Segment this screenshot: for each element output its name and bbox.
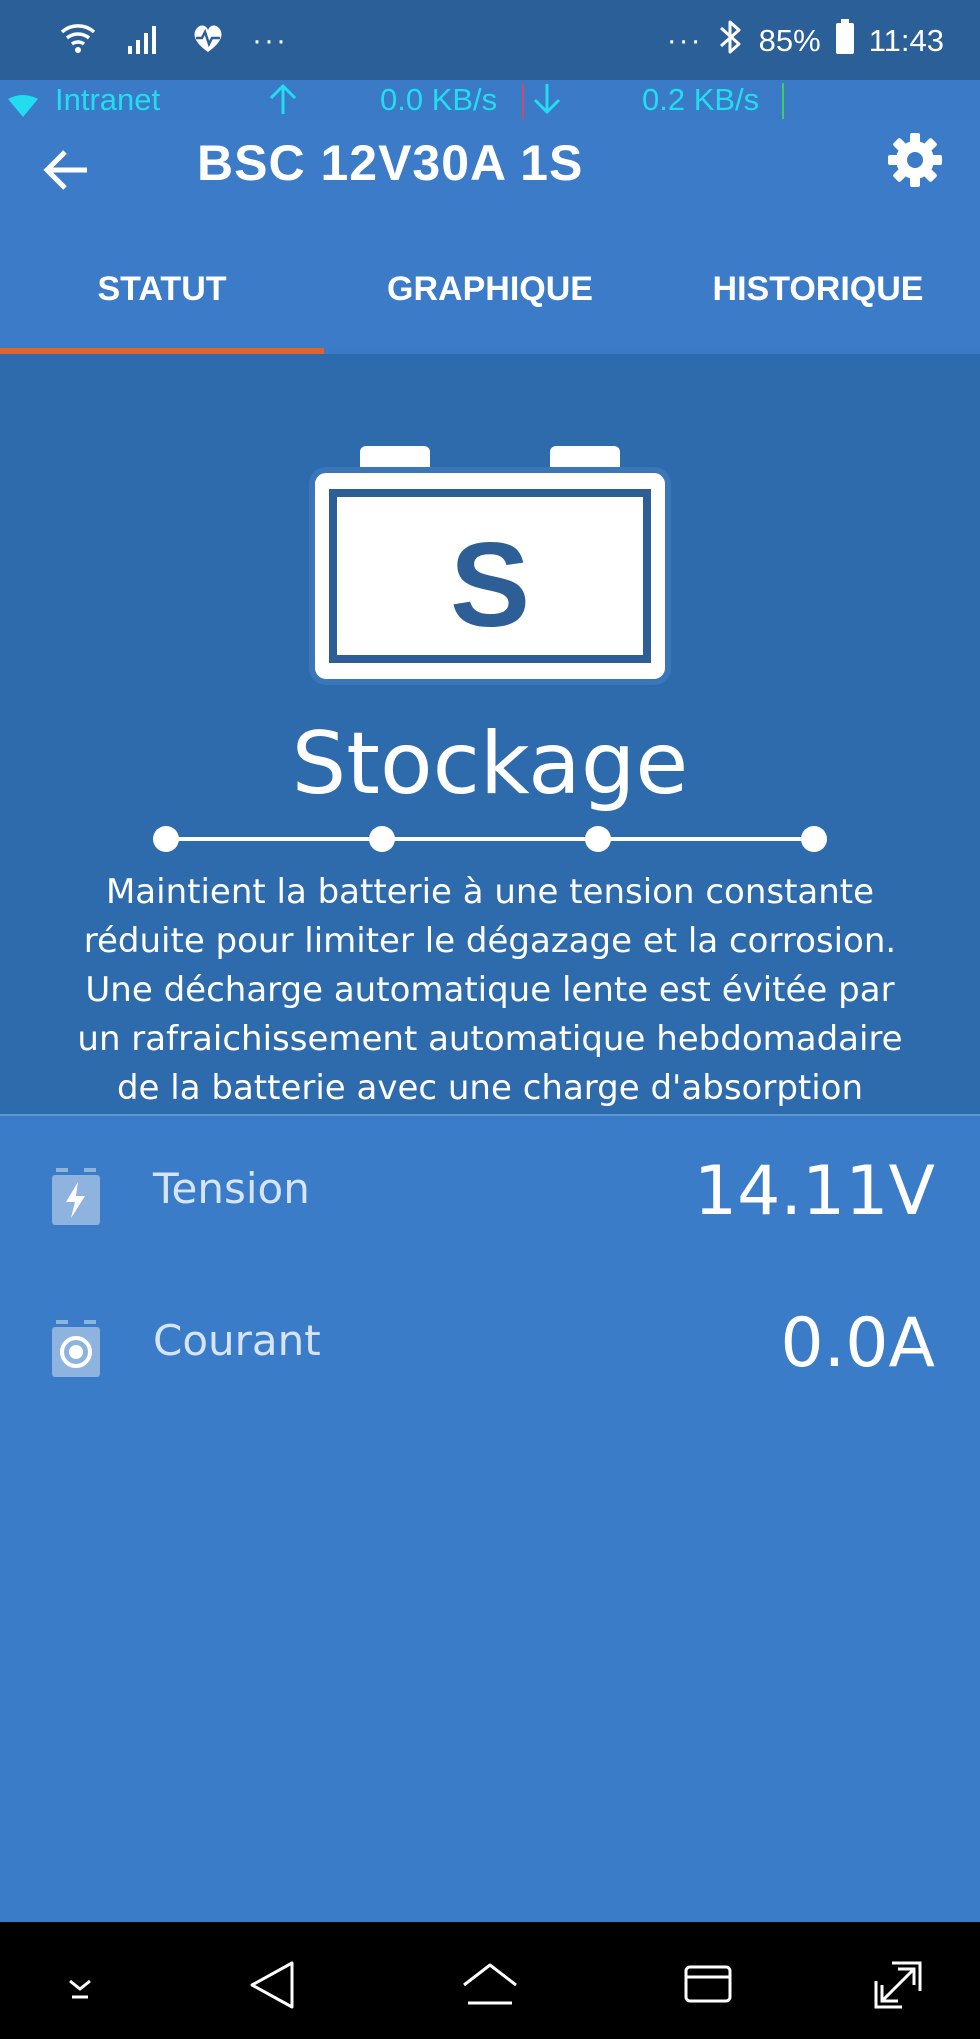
reading-label: Courant	[153, 1316, 321, 1365]
charge-state-name: Stockage	[291, 714, 689, 814]
home-icon	[463, 1963, 517, 2005]
gear-icon	[888, 133, 942, 187]
readings-panel: Tension 14.11V Courant 0.0A	[0, 1116, 980, 1922]
battery-percent: 85%	[758, 23, 821, 58]
tab-graphique[interactable]: GRAPHIQUE	[324, 250, 656, 350]
speed-end-divider	[782, 83, 784, 119]
expand-icon	[874, 1961, 922, 2009]
reading-value: 14.11V	[693, 1152, 935, 1231]
charge-progress-indicator	[150, 819, 840, 864]
system-navigation-bar	[0, 1922, 980, 2039]
reading-row-current: Courant 0.0A	[0, 1268, 980, 1408]
nav-recents-button[interactable]	[678, 1955, 738, 2015]
tab-bar: STATUT GRAPHIQUE HISTORIQUE	[0, 250, 980, 350]
nav-home-button[interactable]	[460, 1955, 520, 2015]
reading-value: 0.0A	[780, 1304, 935, 1383]
download-speed: 0.2 KB/s	[642, 82, 760, 117]
settings-button[interactable]	[885, 130, 945, 190]
network-name: Intranet	[55, 82, 161, 117]
app-header: BSC 12V30A 1S STATUT GRAPHIQUE HISTORIQU…	[0, 120, 980, 350]
recents-icon	[684, 1965, 732, 2003]
hide-navbar-button[interactable]	[50, 1955, 110, 2015]
battery-voltage-icon	[50, 1168, 102, 1233]
progress-step	[801, 826, 827, 852]
triangle-back-icon	[250, 1961, 294, 2009]
tab-label: GRAPHIQUE	[387, 270, 593, 308]
health-heart-icon	[190, 20, 226, 61]
chevron-down-icon	[69, 1979, 91, 1999]
speed-divider	[522, 83, 524, 119]
progress-step	[153, 826, 179, 852]
nav-back-button[interactable]	[244, 1955, 304, 2015]
signal-icon	[124, 18, 164, 63]
reading-label: Tension	[153, 1164, 310, 1213]
charge-state-panel: S Stockage Maintient la batterie à une t…	[0, 354, 980, 1157]
tab-label: HISTORIQUE	[712, 270, 924, 308]
notification-overflow: ···	[252, 23, 288, 57]
nav-expand-button[interactable]	[868, 1955, 928, 2015]
tab-historique[interactable]: HISTORIQUE	[656, 250, 980, 350]
back-arrow-icon	[43, 150, 87, 190]
reading-row-voltage: Tension 14.11V	[0, 1116, 980, 1256]
upload-speed: 0.0 KB/s	[380, 82, 498, 117]
page-title: BSC 12V30A 1S	[197, 135, 584, 191]
tab-label: STATUT	[97, 270, 227, 308]
progress-step	[369, 826, 395, 852]
battery-icon	[835, 19, 855, 63]
battery-current-icon	[50, 1320, 102, 1385]
network-speed-bar: Intranet 0.0 KB/s 0.2 KB/s	[0, 80, 980, 120]
clock: 11:43	[868, 23, 944, 58]
wifi-icon	[58, 18, 98, 63]
progress-step	[585, 826, 611, 852]
tab-statut[interactable]: STATUT	[0, 250, 324, 350]
back-button[interactable]	[36, 140, 96, 200]
battery-state-icon: S	[308, 446, 672, 691]
system-status-bar: ··· ··· 85% 11:43	[0, 0, 980, 80]
bluetooth-icon	[717, 18, 745, 64]
status-overflow: ···	[666, 24, 703, 57]
state-icon-letter: S	[450, 518, 530, 652]
